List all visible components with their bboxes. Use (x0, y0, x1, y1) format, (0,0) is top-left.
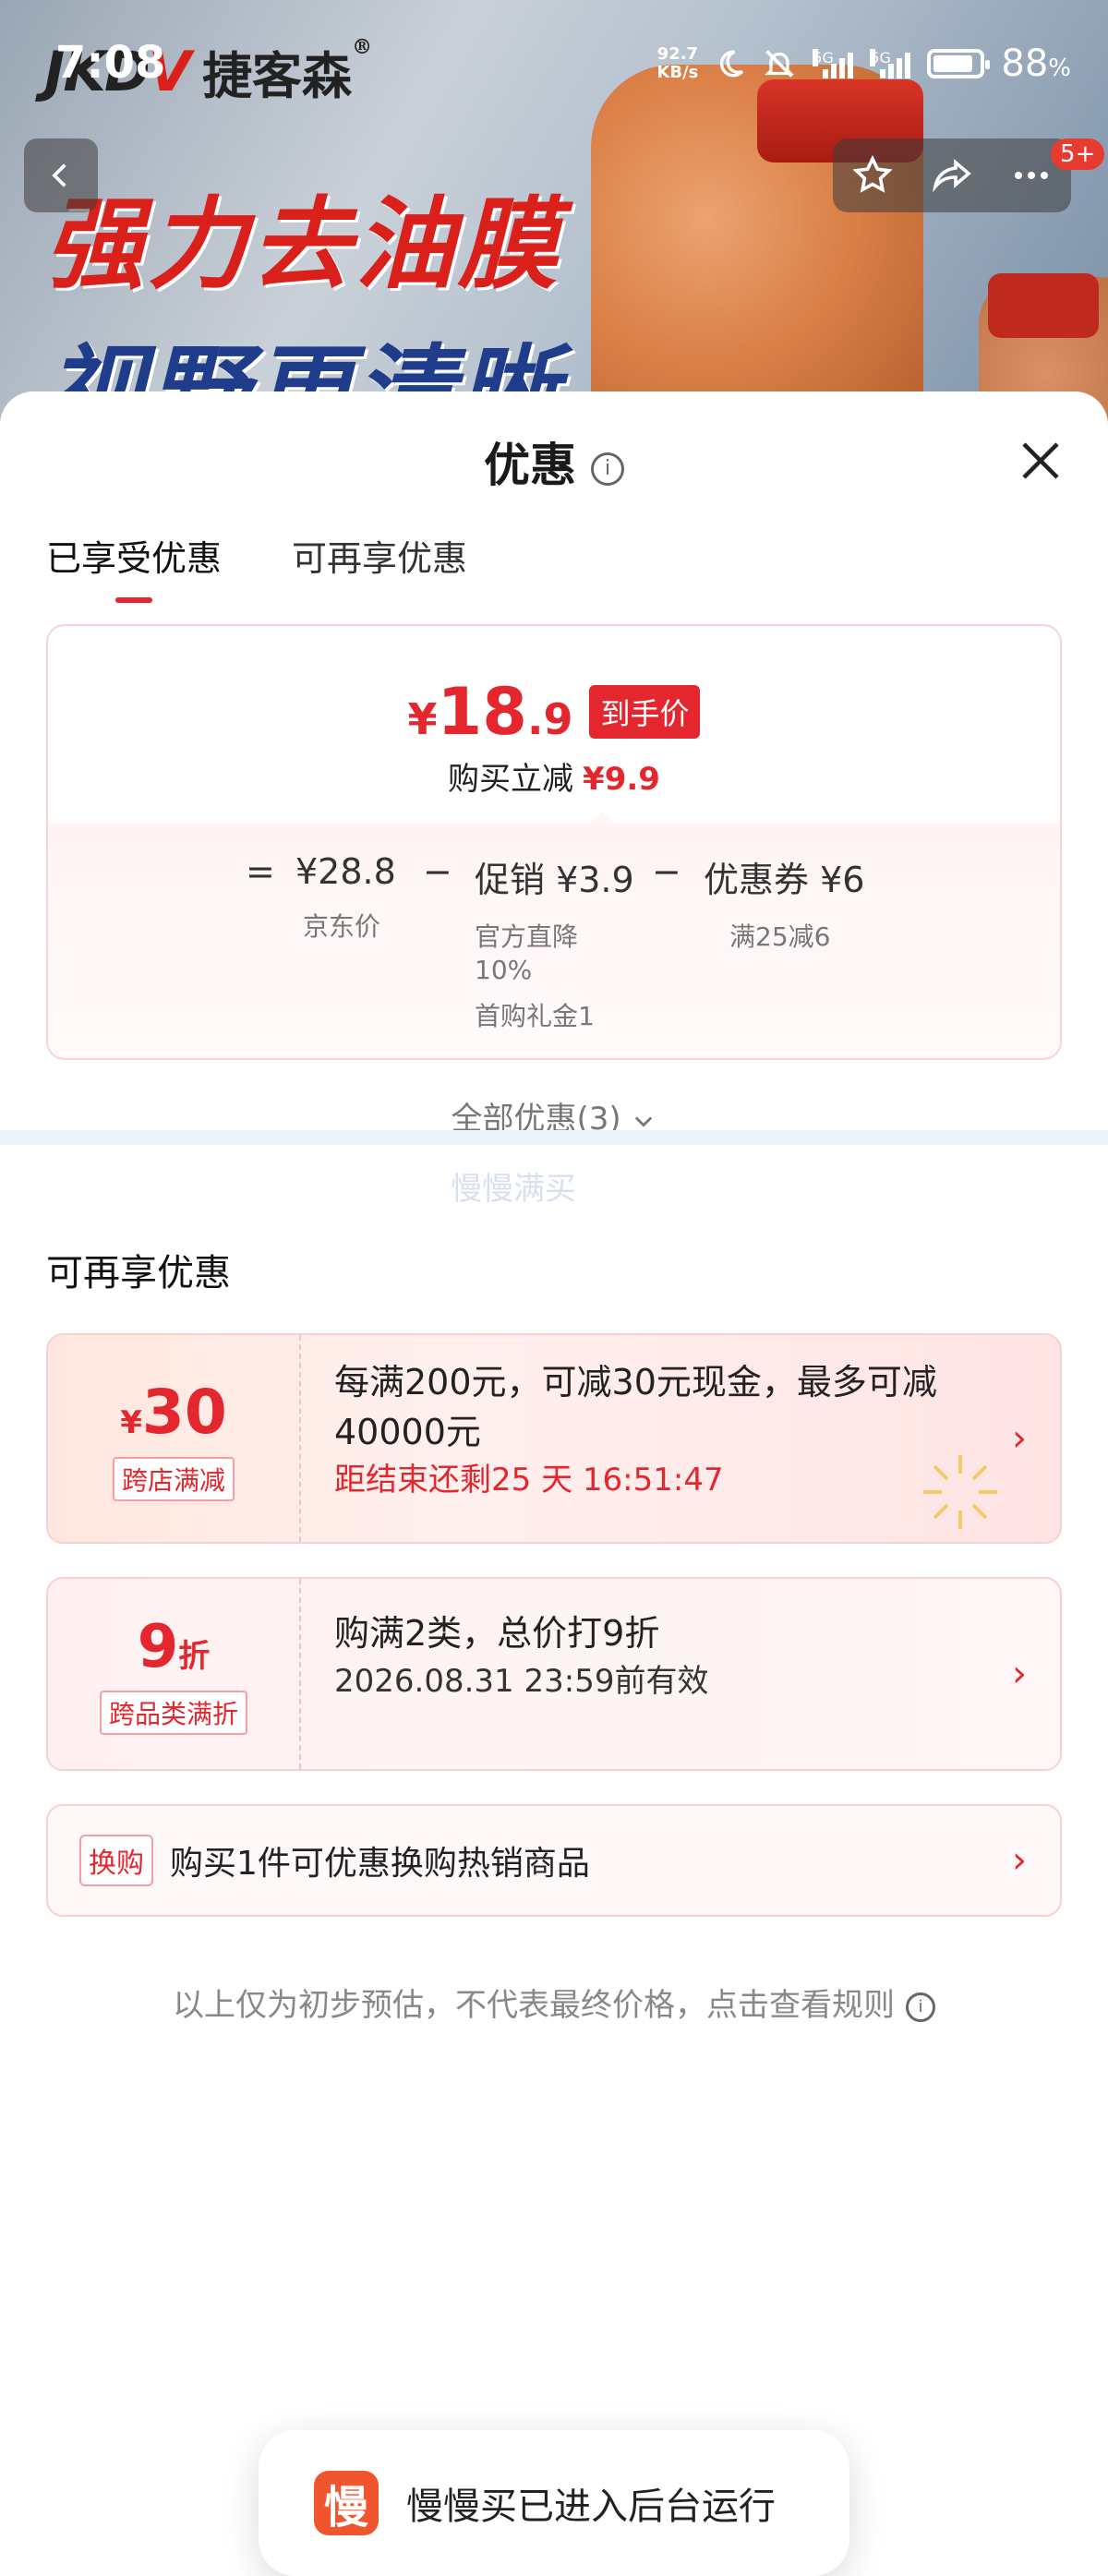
watermark-text: 慢慢满买 (451, 1171, 576, 1208)
discount-sheet: 优惠 i 已享受优惠 可再享优惠 ¥18.9 到手价 购买立减 ¥9.9 = ¥28… (0, 391, 1108, 2576)
final-price-badge: 到手价 (589, 685, 701, 739)
final-price-row: ¥18.9 到手价 (48, 674, 1060, 750)
chevron-right-icon: › (1012, 1839, 1027, 1882)
signal-5g-icon-2: 5G (870, 49, 911, 78)
formula-minus-1: − (423, 851, 452, 892)
battery-icon (927, 49, 991, 78)
promo-tag: 跨店满减 (112, 1456, 235, 1501)
swap-tag: 换购 (79, 1835, 153, 1886)
info-icon[interactable]: i (591, 451, 624, 486)
coupon-desc: 满25减6 (729, 921, 831, 952)
formula-coupon: 优惠券 ¥6 满25减6 (704, 860, 865, 952)
price-formula: = ¥28.8 京东价 − 促销 ¥3.9 官方直降 10% 首购礼金1 − 优… (48, 824, 1060, 1058)
app-icon: 慢 (314, 2471, 379, 2535)
status-icons: 92.7 KB/s 5G 5G 88% (656, 42, 1071, 85)
swap-text: 购买1件可优惠换购热销商品 (170, 1845, 590, 1883)
info-icon: i (906, 1992, 935, 2022)
formula-promo: 促销 ¥3.9 官方直降 10% 首购礼金1 (475, 860, 634, 1031)
promo-desc-2: 10% (475, 955, 533, 985)
price-breakdown-card: ¥18.9 到手价 购买立减 ¥9.9 = ¥28.8 京东价 − 促销 ¥3.9… (46, 624, 1062, 1060)
banner-actions (833, 138, 1071, 212)
brand-name: 捷客森® (202, 35, 373, 105)
final-price-section: ¥18.9 到手价 购买立减 ¥9.9 (48, 626, 1060, 825)
bottle-cap-image-2 (988, 273, 1099, 338)
net-speed: 92.7 KB/s (656, 44, 699, 82)
firework-decoration-icon (923, 1455, 997, 1529)
sheet-title-row: 优惠 i (0, 428, 1108, 495)
promo-card-swap[interactable]: 换购 购买1件可优惠换购热销商品 › (46, 1804, 1062, 1917)
promo-card-amount: 9折 跨品类满折 (48, 1579, 301, 1769)
promo-desc-3: 首购礼金1 (475, 1001, 595, 1031)
final-price: ¥18.9 (407, 674, 573, 750)
more-discounts-title: 可再享优惠 (46, 1252, 231, 1294)
formula-minus-2: − (652, 851, 681, 892)
chevron-left-icon (52, 163, 66, 187)
jd-price-label: 京东价 (303, 911, 381, 942)
chevron-right-icon: › (1012, 1417, 1027, 1460)
promo-text: 每满200元，可减30元现金，最多可减40000元 (334, 1362, 937, 1452)
toast-text: 慢慢买已进入后台运行 (406, 2486, 776, 2528)
status-time: 7:08 (55, 37, 166, 89)
bell-off-icon (765, 50, 795, 78)
back-button[interactable] (24, 138, 98, 212)
promo-card-cross-category[interactable]: 9折 跨品类满折 购满2类，总价打9折 2026.08.31 23:59前有效 … (46, 1577, 1062, 1771)
promo-validity: 2026.08.31 23:59前有效 (334, 1663, 709, 1700)
rules-note[interactable]: 以上仅为初步预估，不代表最终价格，点击查看规则 i (0, 1980, 1108, 2025)
pointer-notch (589, 812, 615, 825)
promo-card-cross-store[interactable]: ¥30 跨店满减 每满200元，可减30元现金，最多可减40000元 距结束还剩… (46, 1333, 1062, 1544)
chevron-right-icon: › (1012, 1653, 1027, 1695)
instant-reduction: 购买立减 ¥9.9 (448, 761, 660, 798)
notification-badge: 5+ (1051, 138, 1105, 170)
tab-enjoyed[interactable]: 已享受优惠 (46, 530, 222, 603)
toast-background-running: 慢 慢慢买已进入后台运行 (259, 2430, 849, 2576)
formula-eq: = (246, 851, 275, 892)
promo-text: 购满2类，总价打9折 (334, 1613, 660, 1654)
banner-slogan-line1: 强力去油膜 (44, 187, 562, 303)
signal-5g-icon-1: 5G (813, 49, 854, 78)
battery-percent: 88% (1001, 42, 1071, 85)
star-icon[interactable] (850, 153, 895, 198)
more-icon[interactable] (1009, 153, 1054, 198)
promo-desc-1: 官方直降 (475, 921, 579, 952)
close-icon[interactable] (1016, 436, 1066, 486)
tab-more[interactable]: 可再享优惠 (292, 530, 467, 603)
discount-tabs: 已享受优惠 可再享优惠 (46, 530, 467, 603)
section-divider (0, 1130, 1108, 1145)
formula-jd-price: ¥28.8 京东价 (295, 851, 396, 942)
promo-card-amount: ¥30 跨店满减 (48, 1335, 301, 1542)
promo-tag: 跨品类满折 (99, 1691, 247, 1735)
share-icon[interactable] (930, 153, 974, 198)
sheet-title: 优惠 (484, 439, 576, 492)
moon-icon (720, 50, 744, 78)
